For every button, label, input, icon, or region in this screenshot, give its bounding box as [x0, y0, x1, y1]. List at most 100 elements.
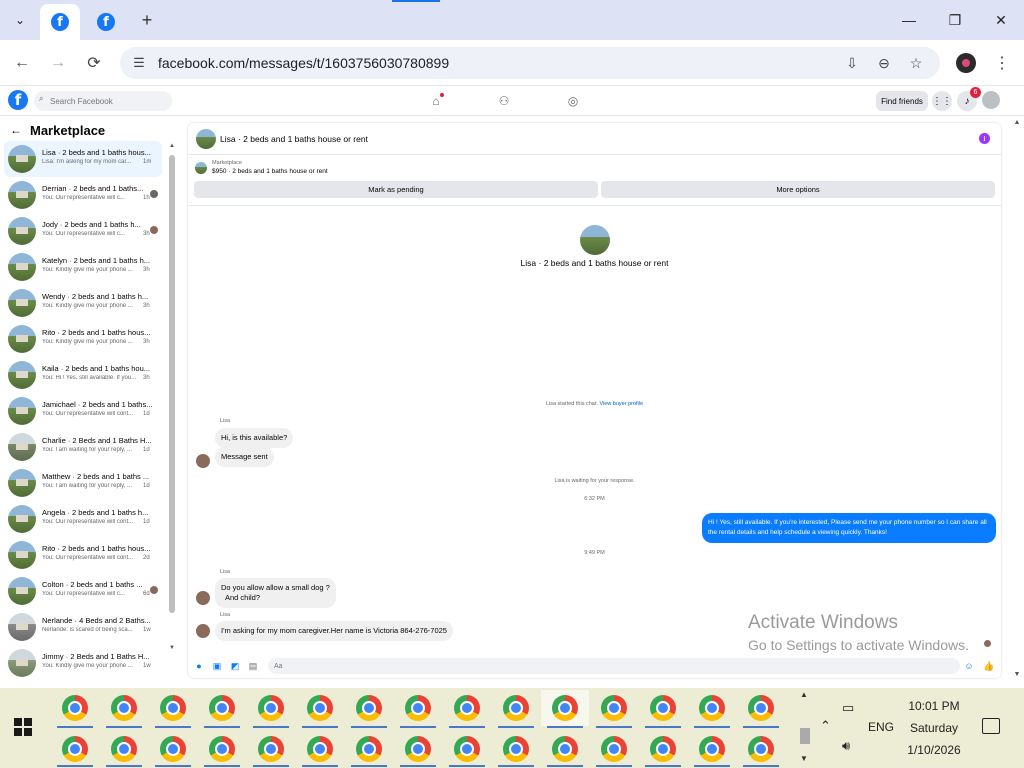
scrollbar-thumb[interactable] — [169, 155, 175, 613]
chrome-taskbar-icon[interactable] — [650, 736, 676, 762]
taskbar-scroll-down-icon[interactable]: ▼ — [800, 754, 808, 763]
chrome-taskbar-icon[interactable] — [454, 695, 480, 721]
chat-title[interactable]: Lisa · 2 beds and 1 baths house or rent — [220, 134, 368, 144]
chrome-taskbar-icon[interactable] — [160, 736, 186, 762]
conversation-item[interactable]: Angela · 2 beds and 1 baths h... You: Ou… — [4, 501, 162, 537]
site-settings-icon[interactable]: ☰ — [130, 54, 148, 72]
chrome-taskbar-icon[interactable] — [111, 695, 137, 721]
chrome-taskbar-icon[interactable] — [307, 695, 333, 721]
page-scrollbar[interactable]: ▲ ▼ — [1012, 117, 1022, 683]
scroll-down-arrow-icon[interactable]: ▼ — [1012, 671, 1022, 678]
bookmark-star-icon[interactable]: ☆ — [906, 53, 926, 73]
conversation-item[interactable]: Jody · 2 beds and 1 baths h... You: Our … — [4, 213, 162, 249]
chrome-taskbar-icon[interactable] — [748, 736, 774, 762]
back-arrow-icon[interactable]: ← — [9, 50, 35, 76]
chrome-taskbar-icon[interactable] — [503, 695, 529, 721]
conversation-item[interactable]: Matthew · 2 beds and 1 baths ... You: I … — [4, 465, 162, 501]
volume-icon[interactable]: 🔊︎ — [842, 738, 850, 754]
message-bubble[interactable]: Do you allow allow a small dog ? And chi… — [215, 578, 336, 608]
profile-icon[interactable] — [956, 53, 976, 73]
chat-avatar[interactable] — [196, 129, 216, 149]
chrome-taskbar-icon[interactable] — [503, 736, 529, 762]
chrome-taskbar-icon[interactable] — [111, 736, 137, 762]
conversation-item[interactable]: Nerlande · 4 Beds and 2 Baths... Nerland… — [4, 609, 162, 645]
account-avatar[interactable] — [982, 91, 1000, 109]
chrome-taskbar-icon[interactable] — [209, 736, 235, 762]
tab-facebook-active[interactable]: f — [40, 4, 80, 40]
install-app-icon[interactable]: ⇩ — [842, 53, 862, 73]
find-friends-button[interactable]: Find friends — [876, 91, 928, 111]
like-thumb-icon[interactable]: 👍 — [983, 661, 994, 671]
conversation-item[interactable]: Lisa · 2 beds and 1 baths hous... Lisa: … — [4, 141, 162, 177]
clock-time[interactable]: 10:01 PM — [896, 699, 972, 713]
minimize-button[interactable]: — — [886, 6, 932, 34]
conversation-item[interactable]: Charlie · 2 Beds and 1 Baths H... You: I… — [4, 429, 162, 465]
clock-date[interactable]: 1/10/2026 — [896, 743, 972, 757]
browser-menu-icon[interactable]: ⋮ — [994, 52, 1010, 74]
conversation-item[interactable]: Colton · 2 beds and 1 baths ... You: Our… — [4, 573, 162, 609]
microphone-icon[interactable]: ● — [194, 661, 204, 671]
gif-icon[interactable]: ▤ — [248, 661, 258, 671]
chrome-taskbar-icon[interactable] — [209, 695, 235, 721]
chrome-taskbar-icon[interactable] — [356, 695, 382, 721]
chrome-taskbar-icon[interactable] — [307, 736, 333, 762]
input-language[interactable]: ENG — [868, 720, 894, 734]
show-hidden-icons-chevron-icon[interactable]: ⌃ — [820, 718, 831, 734]
message-bubble[interactable]: Hi, is this available? — [215, 428, 294, 448]
chrome-taskbar-icon[interactable] — [258, 736, 284, 762]
friends-icon[interactable]: ⚇ — [495, 92, 513, 110]
conversation-item[interactable]: Derrian · 2 beds and 1 baths... You: Our… — [4, 177, 162, 213]
message-input[interactable] — [268, 658, 960, 674]
listing-thumbnail[interactable] — [195, 162, 207, 174]
chrome-taskbar-icon[interactable] — [405, 736, 431, 762]
conversation-item[interactable]: Wendy · 2 beds and 1 baths h... You: Kin… — [4, 285, 162, 321]
tab-facebook-2[interactable]: f — [88, 4, 124, 40]
reload-icon[interactable]: ⟳ — [81, 50, 107, 76]
message-bubble[interactable]: Message sent — [215, 447, 274, 467]
close-window-button[interactable]: ✕ — [978, 6, 1024, 34]
url-text[interactable]: facebook.com/messages/t/1603756030780899 — [158, 55, 449, 71]
restore-button[interactable]: ❐ — [932, 6, 978, 34]
address-bar[interactable]: ☰ facebook.com/messages/t/16037560307808… — [120, 47, 940, 79]
chrome-taskbar-icon[interactable] — [601, 695, 627, 721]
sidebar-scrollbar[interactable]: ▲ ▼ — [168, 141, 176, 687]
zoom-icon[interactable]: ⊖ — [874, 53, 894, 73]
facebook-logo-icon[interactable]: f — [8, 90, 28, 110]
conversation-item[interactable]: Katelyn · 2 beds and 1 baths h... You: K… — [4, 249, 162, 285]
chrome-taskbar-icon[interactable] — [601, 736, 627, 762]
network-icon[interactable]: ▭ — [842, 700, 854, 716]
chrome-taskbar-icon[interactable] — [552, 695, 578, 721]
chrome-taskbar-icon[interactable] — [258, 695, 284, 721]
listing-price-title[interactable]: $950 · 2 beds and 1 baths house or rent — [212, 168, 328, 175]
chrome-taskbar-icon[interactable] — [160, 695, 186, 721]
scroll-down-arrow-icon[interactable]: ▼ — [168, 645, 176, 651]
chrome-taskbar-icon[interactable] — [699, 736, 725, 762]
scroll-up-arrow-icon[interactable]: ▲ — [1012, 119, 1022, 126]
new-tab-button[interactable]: + — [136, 8, 158, 32]
conversation-item[interactable]: Jamichael · 2 beds and 1 baths... You: O… — [4, 393, 162, 429]
emoji-icon[interactable]: ☺ — [964, 661, 974, 671]
menu-grid-icon[interactable]: ⋮⋮ — [932, 91, 952, 111]
groups-icon[interactable]: ◎ — [564, 92, 582, 110]
more-options-button[interactable]: More options — [601, 181, 995, 198]
conversation-item[interactable]: Kaila · 2 beds and 1 baths hou... You: H… — [4, 357, 162, 393]
taskbar-scroll-up-icon[interactable]: ▲ — [800, 690, 808, 699]
view-buyer-profile-link[interactable]: View buyer profile — [599, 401, 643, 407]
taskbar-scroller[interactable]: ▲ ▼ — [797, 688, 813, 768]
conversation-item[interactable]: Jimmy · 2 Beds and 1 Baths H... You: Kin… — [4, 645, 162, 681]
chrome-taskbar-icon[interactable] — [356, 736, 382, 762]
clock-day[interactable]: Saturday — [896, 721, 972, 735]
chrome-taskbar-icon[interactable] — [62, 736, 88, 762]
message-bubble[interactable]: I'm asking for my mom caregiver.Her name… — [215, 621, 453, 641]
chrome-taskbar-icon[interactable] — [552, 736, 578, 762]
sticker-icon[interactable]: ◩ — [230, 661, 240, 671]
taskbar-scroll-thumb[interactable] — [800, 728, 810, 744]
chrome-taskbar-icon[interactable] — [454, 736, 480, 762]
outgoing-message-bubble[interactable]: Hi ! Yes, still available. If you're int… — [702, 513, 996, 543]
mark-as-pending-button[interactable]: Mark as pending — [194, 181, 598, 198]
chrome-taskbar-icon[interactable] — [405, 695, 431, 721]
conversation-item[interactable]: Rito · 2 beds and 1 baths hous... You: K… — [4, 321, 162, 357]
scroll-up-arrow-icon[interactable]: ▲ — [168, 143, 176, 149]
conversation-item[interactable]: Rito · 2 beds and 1 baths hous... You: O… — [4, 537, 162, 573]
action-center-icon[interactable] — [982, 718, 1000, 734]
